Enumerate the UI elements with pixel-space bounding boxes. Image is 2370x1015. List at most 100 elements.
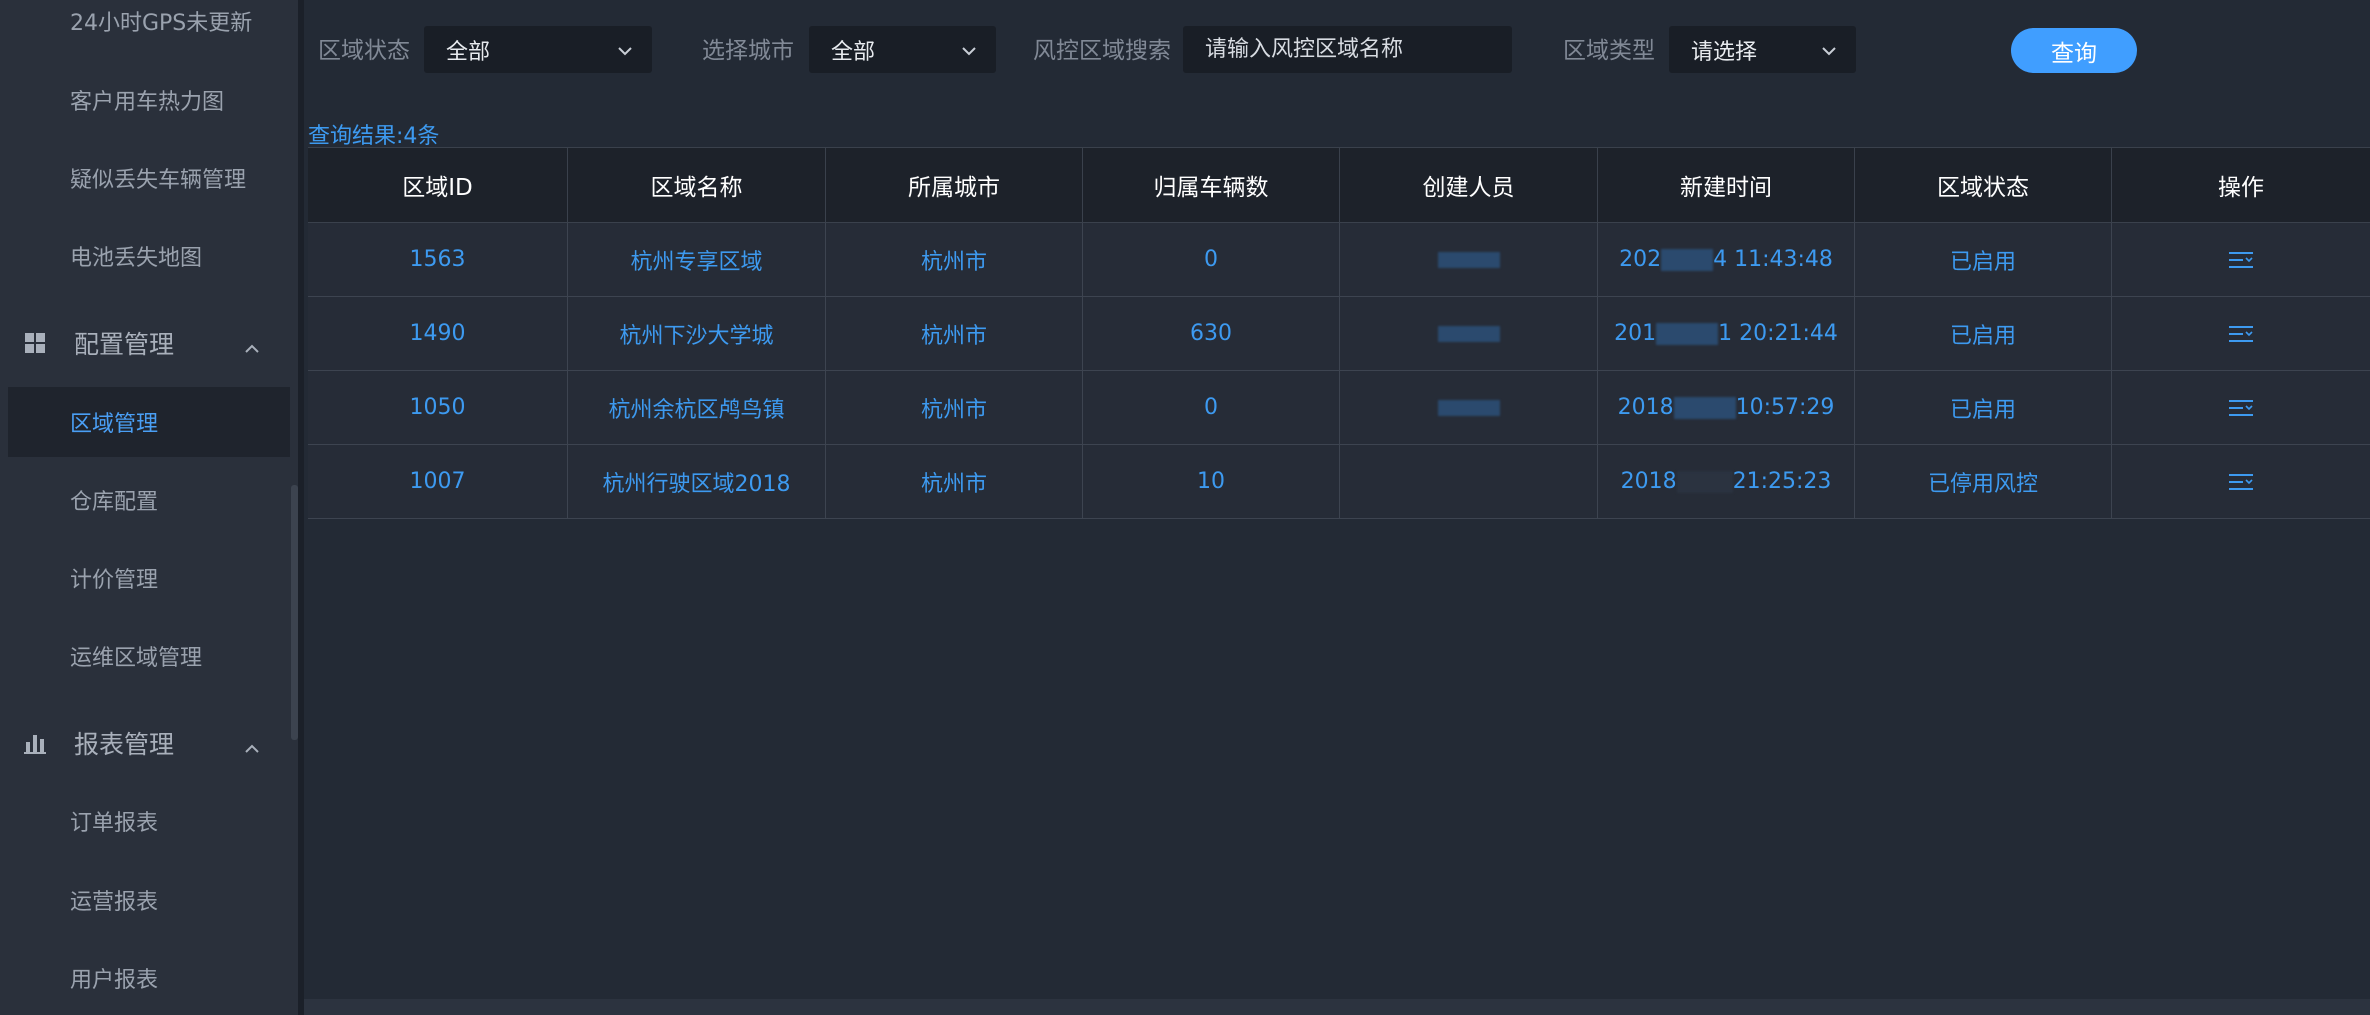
chevron-down-icon (960, 41, 978, 59)
time-suffix: 4 11:43:48 (1713, 247, 1833, 272)
header-vehicle-count[interactable]: 归属车辆数 (1082, 148, 1339, 222)
sidebar-group-report[interactable]: 报表管理 (0, 708, 290, 778)
redaction-mask (1437, 325, 1500, 342)
header-actions: 操作 (2111, 148, 2370, 222)
chevron-down-icon (616, 41, 634, 59)
sidebar-item-label: 运维区域管理 (70, 646, 203, 671)
sidebar-item-label: 24小时GPS未更新 (70, 11, 253, 36)
cell-actions (2111, 297, 2370, 370)
cell-area-name[interactable]: 杭州余杭区鸬鸟镇 (567, 371, 825, 444)
time-prefix: 2018 (1620, 469, 1677, 494)
type-select-value: 请选择 (1691, 39, 1758, 65)
area-table: 区域ID 区域名称 所属城市 归属车辆数 创建人员 新建时间 区域状态 操作 1… (308, 147, 2370, 519)
cell-creator (1339, 223, 1597, 296)
type-filter-label: 区域类型 (1563, 38, 1655, 64)
cell-area-status: 已启用 (1854, 371, 2111, 444)
cell-actions (2111, 445, 2370, 518)
redaction-mask (1661, 248, 1714, 271)
redaction-mask (1673, 396, 1736, 419)
sidebar-item-label: 电池丢失地图 (70, 246, 203, 271)
cell-area-id: 1490 (409, 321, 466, 346)
header-area-status[interactable]: 区域状态 (1854, 148, 2111, 222)
cell-created-time: 2018 10:57:29 (1597, 371, 1854, 444)
sidebar-group-label: 报表管理 (74, 730, 175, 759)
sidebar-item-heatmap[interactable]: 客户用车热力图 (8, 65, 290, 135)
cell-area-id: 1007 (409, 469, 466, 494)
sidebar-item-area-management[interactable]: 区域管理 (8, 387, 290, 457)
sidebar-item-battery-map[interactable]: 电池丢失地图 (8, 221, 290, 291)
sidebar-item-label: 仓库配置 (70, 490, 159, 515)
table-row: 1490 杭州下沙大学城 杭州市 630 201 1 20:21:44 已启用 (308, 297, 2370, 371)
cell-actions (2111, 223, 2370, 296)
cell-area-id: 1050 (409, 395, 466, 420)
operation-menu-icon[interactable] (2228, 250, 2254, 270)
cell-vehicle-count: 10 (1082, 445, 1339, 518)
cell-created-time: 201 1 20:21:44 (1597, 297, 1854, 370)
cell-area-name[interactable]: 杭州行驶区域2018 (567, 445, 825, 518)
sidebar-item-warehouse[interactable]: 仓库配置 (8, 465, 290, 535)
cell-area-name[interactable]: 杭州下沙大学城 (567, 297, 825, 370)
sidebar-divider (298, 0, 304, 1015)
sidebar-item-label: 用户报表 (70, 968, 159, 993)
operation-menu-icon[interactable] (2228, 324, 2254, 344)
cell-actions (2111, 371, 2370, 444)
cell-area-status: 已停用风控 (1854, 445, 2111, 518)
header-area-id[interactable]: 区域ID (308, 148, 567, 222)
sidebar-item-label: 计价管理 (70, 568, 159, 593)
chevron-up-icon (244, 734, 260, 753)
table-row: 1050 杭州余杭区鸬鸟镇 杭州市 0 2018 10:57:29 已启用 (308, 371, 2370, 445)
time-suffix: 1 20:21:44 (1718, 321, 1838, 346)
status-select[interactable]: 全部 (424, 26, 652, 73)
redaction-mask (1676, 470, 1733, 493)
table-row: 1563 杭州专享区域 杭州市 0 202 4 11:43:48 已启用 (308, 223, 2370, 297)
cell-creator (1339, 371, 1597, 444)
redaction-mask (1437, 399, 1500, 416)
header-area-name[interactable]: 区域名称 (567, 148, 825, 222)
sidebar-item-label: 订单报表 (70, 811, 159, 836)
operation-menu-icon[interactable] (2228, 398, 2254, 418)
sidebar-item-ops-report[interactable]: 运营报表 (8, 865, 290, 935)
cell-city: 杭州市 (825, 297, 1082, 370)
redaction-mask (1437, 251, 1500, 268)
chevron-up-icon (244, 334, 260, 353)
header-creator[interactable]: 创建人员 (1339, 148, 1597, 222)
sidebar-item-pricing[interactable]: 计价管理 (8, 543, 290, 613)
sidebar-item-order-report[interactable]: 订单报表 (8, 786, 290, 856)
sidebar-item-label: 疑似丢失车辆管理 (70, 168, 247, 193)
time-prefix: 2018 (1617, 395, 1674, 420)
sidebar-item-user-report[interactable]: 用户报表 (8, 943, 290, 1013)
sidebar-item-label: 客户用车热力图 (70, 90, 225, 115)
sidebar-item-lost-vehicles[interactable]: 疑似丢失车辆管理 (8, 143, 290, 213)
status-filter-label: 区域状态 (318, 38, 410, 64)
cell-created-time: 202 4 11:43:48 (1597, 223, 1854, 296)
city-select-value: 全部 (831, 39, 876, 65)
sidebar: 24小时GPS未更新 客户用车热力图 疑似丢失车辆管理 电池丢失地图 配置管理 … (0, 0, 298, 1015)
horizontal-scrollbar[interactable] (304, 999, 2370, 1015)
header-city[interactable]: 所属城市 (825, 148, 1082, 222)
sidebar-item-gps-not-updated[interactable]: 24小时GPS未更新 (8, 0, 290, 56)
cell-area-status: 已启用 (1854, 223, 2111, 296)
header-created-time[interactable]: 新建时间 (1597, 148, 1854, 222)
type-select[interactable]: 请选择 (1669, 26, 1856, 73)
operation-menu-icon[interactable] (2228, 472, 2254, 492)
cell-vehicle-count: 0 (1082, 223, 1339, 296)
table-row: 1007 杭州行驶区域2018 杭州市 10 2018 21:25:23 已停用… (308, 445, 2370, 519)
city-select[interactable]: 全部 (809, 26, 996, 73)
result-count: 查询结果:4条 (308, 124, 440, 149)
cell-vehicle-count: 630 (1082, 297, 1339, 370)
sidebar-scrollbar[interactable] (291, 485, 298, 740)
status-select-value: 全部 (446, 39, 491, 65)
cell-area-name[interactable]: 杭州专享区域 (567, 223, 825, 296)
grid-icon (24, 332, 46, 354)
sidebar-group-label: 配置管理 (74, 330, 175, 359)
bar-chart-icon (24, 732, 46, 754)
cell-creator (1339, 445, 1597, 518)
sidebar-item-ops-area[interactable]: 运维区域管理 (8, 621, 290, 691)
area-search-input[interactable] (1183, 26, 1512, 73)
search-filter-label: 风控区域搜索 (1033, 38, 1171, 64)
table-header: 区域ID 区域名称 所属城市 归属车辆数 创建人员 新建时间 区域状态 操作 (308, 147, 2370, 223)
sidebar-item-label: 区域管理 (70, 412, 159, 437)
sidebar-group-config[interactable]: 配置管理 (0, 308, 290, 378)
redaction-mask (1656, 322, 1719, 345)
query-button[interactable]: 查询 (2011, 28, 2137, 73)
